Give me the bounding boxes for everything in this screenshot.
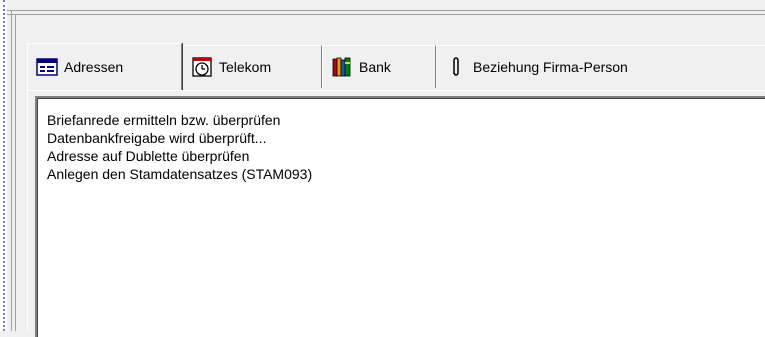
log-line: Briefanrede ermitteln bzw. überprüfen [47, 112, 281, 128]
paperclip-icon [445, 56, 467, 78]
status-log-lines: Briefanrede ermitteln bzw. überprüfen Da… [47, 111, 312, 183]
tab-label: Beziehung Firma-Person [473, 59, 628, 75]
tab-strip: Adressen Telekom Bank Beziehung Firma-Pe… [27, 43, 765, 91]
log-line: Anlegen den Stamdatensatzes (STAM093) [47, 166, 313, 182]
selection-strip [0, 0, 7, 331]
tab-content-panel: Briefanrede ermitteln bzw. überprüfen Da… [27, 90, 765, 337]
log-line: Adresse auf Dublette überprüfen [47, 148, 250, 164]
tab-adressen[interactable]: Adressen [27, 43, 182, 90]
frame-top-line [7, 10, 765, 11]
log-line: Datenbankfreigabe wird überprüft... [47, 130, 267, 146]
tab-label: Telekom [219, 59, 272, 75]
frame-left-line [11, 10, 12, 331]
bank-books-icon [331, 56, 353, 78]
tab-telekom[interactable]: Telekom [182, 45, 322, 88]
tab-bank[interactable]: Bank [322, 45, 436, 88]
clock-icon [191, 56, 213, 78]
status-log-box[interactable]: Briefanrede ermitteln bzw. überprüfen Da… [35, 96, 765, 337]
frame-top-line-inner [7, 14, 765, 15]
tab-label: Bank [359, 59, 391, 75]
selection-dots [3, 0, 5, 331]
frame-left-line-inner [15, 14, 16, 331]
tab-label: Adressen [64, 59, 124, 75]
tab-beziehung-firma-person[interactable]: Beziehung Firma-Person [436, 45, 765, 88]
address-card-icon [36, 56, 58, 78]
